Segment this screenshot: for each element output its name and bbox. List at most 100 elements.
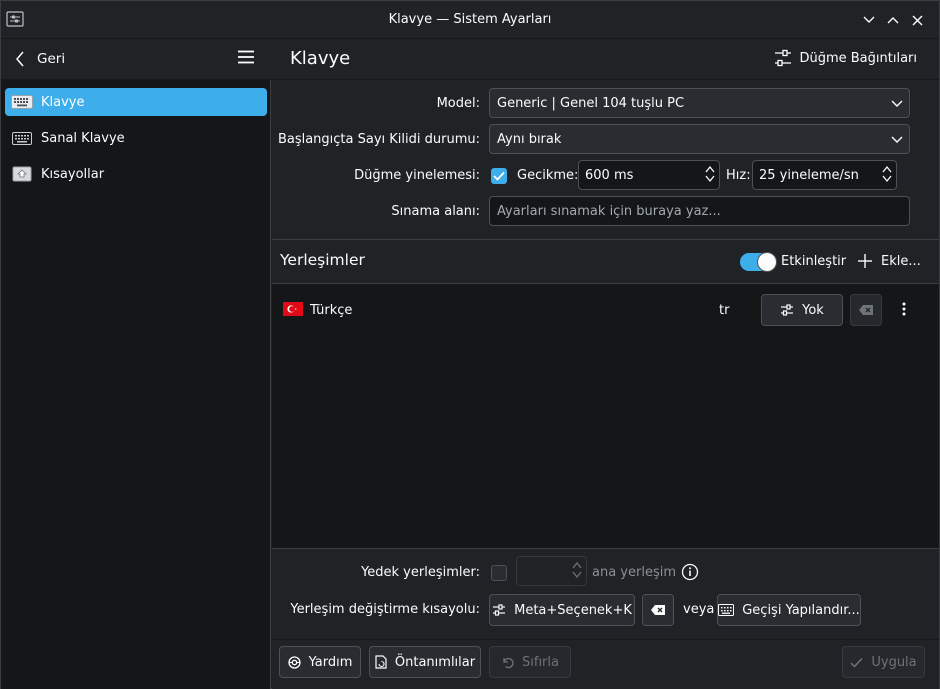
spare-suffix: ana yerleşim: [592, 565, 676, 580]
delay-label: Gecikme:: [517, 168, 579, 183]
delay-spinbox[interactable]: 600 ms: [578, 160, 720, 190]
numlock-value: Aynı bırak: [497, 131, 562, 147]
plus-icon: [858, 254, 872, 268]
test-area-input[interactable]: Ayarları sınamak için buraya yaz...: [489, 196, 910, 226]
main-panel: Klavye Düğme Bağıntıları Model: Generic …: [272, 39, 939, 689]
sliders-icon: [775, 49, 792, 67]
spin-arrows[interactable]: [882, 165, 892, 183]
info-icon[interactable]: [681, 563, 699, 585]
increase-icon: [882, 165, 892, 173]
defaults-label: Öntanımlılar: [394, 654, 476, 670]
enable-label: Etkinleştir: [781, 254, 847, 269]
hamburger-menu-icon[interactable]: [237, 50, 257, 68]
more-options-icon[interactable]: [894, 299, 914, 319]
chevron-left-icon: [16, 51, 24, 67]
key-bindings-button[interactable]: Düğme Bağıntıları: [774, 49, 917, 67]
help-label: Yardım: [308, 654, 353, 670]
configure-label: Geçişi Yapılandır...: [742, 602, 860, 618]
shortcut-button[interactable]: Meta+Seçenek+K: [489, 594, 635, 626]
shortcuts-icon: [11, 166, 33, 182]
virtual-keyboard-icon: [11, 130, 33, 146]
key-repeat-checkbox[interactable]: [491, 168, 507, 184]
apply-label: Uygula: [871, 654, 917, 670]
divider: [272, 548, 939, 549]
decrease-icon: [882, 175, 892, 183]
sidebar-item-label: Klavye: [41, 94, 85, 110]
sidebar-item-klavye[interactable]: Klavye: [5, 88, 267, 116]
layout-code: tr: [719, 303, 730, 318]
checkmark-icon: [493, 171, 505, 181]
spare-layouts-spinbox[interactable]: [516, 556, 587, 586]
sidebar-item-label: Sanal Klavye: [41, 130, 125, 146]
document-icon: [375, 655, 387, 669]
divider: [272, 639, 939, 640]
key-bindings-label: Düğme Bağıntıları: [799, 50, 917, 66]
spare-layouts-checkbox[interactable]: [491, 565, 507, 581]
settings-window: Klavye — Sistem Ayarları Geri Klavye San…: [0, 0, 940, 689]
remove-layout-button[interactable]: [850, 294, 882, 326]
sidebar-header: Geri: [1, 39, 271, 80]
spin-arrows[interactable]: [705, 165, 715, 183]
chevron-down-icon: [891, 136, 903, 143]
rate-spinbox[interactable]: 25 yineleme/sn: [752, 160, 897, 190]
close-icon[interactable]: [908, 11, 926, 29]
undo-icon: [503, 657, 514, 668]
numlock-combobox[interactable]: Aynı bırak: [489, 124, 910, 154]
apply-button[interactable]: Uygula: [842, 646, 925, 678]
layouts-toolbar: Yerleşimler Etkinleştir Ekle...: [272, 240, 939, 283]
chevron-down-icon: [891, 100, 903, 107]
numlock-label: Başlangıçta Sayı Kilidi durumu:: [277, 132, 480, 147]
sidebar-item-kisayollar[interactable]: Kısayollar: [5, 160, 267, 188]
spare-layouts-label: Yedek yerleşimler:: [361, 565, 480, 580]
defaults-button[interactable]: Öntanımlılar: [369, 646, 481, 678]
spin-arrows[interactable]: [572, 561, 582, 579]
reset-label: Sıfırla: [522, 654, 559, 670]
sliders-icon: [781, 304, 794, 316]
page-header: Klavye Düğme Bağıntıları: [272, 39, 939, 80]
add-layout-button[interactable]: Ekle...: [857, 253, 921, 269]
page-title: Klavye: [290, 48, 351, 69]
sidebar-item-label: Kısayollar: [41, 166, 105, 182]
test-area-label: Sınama alanı:: [391, 204, 480, 219]
add-label: Ekle...: [881, 253, 921, 269]
variant-label: Yok: [802, 302, 824, 318]
sidebar-item-sanal-klavye[interactable]: Sanal Klavye: [5, 124, 267, 152]
increase-icon: [705, 165, 715, 173]
decrease-icon: [572, 571, 582, 579]
model-label: Model:: [436, 96, 480, 111]
help-button[interactable]: Yardım: [279, 646, 361, 678]
decrease-icon: [705, 175, 715, 183]
layout-variant-button[interactable]: Yok: [761, 294, 843, 326]
rate-value: 25 yineleme/sn: [759, 167, 859, 183]
backspace-icon: [859, 305, 873, 315]
layouts-title: Yerleşimler: [280, 251, 365, 269]
model-combobox[interactable]: Generic | Genel 104 tuşlu PC: [489, 88, 910, 118]
sliders-icon: [493, 604, 506, 616]
reset-button[interactable]: Sıfırla: [489, 646, 571, 678]
back-label: Geri: [37, 51, 66, 67]
configure-switch-button[interactable]: Geçişi Yapılandır...: [717, 594, 861, 626]
sidebar: Geri Klavye Sanal Klavye Kısayollar: [1, 39, 271, 689]
keyboard-icon: [718, 604, 735, 616]
list-item[interactable]: Türkçe tr Yok: [272, 284, 939, 334]
maximize-icon[interactable]: [884, 11, 902, 29]
turkey-flag-icon: [283, 302, 303, 316]
switch-knob: [757, 252, 777, 272]
clear-shortcut-button[interactable]: [642, 594, 674, 626]
keyboard-icon: [11, 94, 33, 110]
title-bar: Klavye — Sistem Ayarları: [1, 1, 939, 39]
test-area-placeholder: Ayarları sınamak için buraya yaz...: [497, 203, 721, 219]
layouts-enable-switch[interactable]: [740, 252, 777, 272]
back-button[interactable]: Geri: [15, 48, 65, 70]
shortcut-value: Meta+Seçenek+K: [514, 602, 632, 618]
help-icon: [287, 655, 301, 669]
layout-name: Türkçe: [310, 303, 353, 318]
or-label: veya: [683, 602, 715, 617]
window-title: Klavye — Sistem Ayarları: [388, 12, 552, 27]
backspace-icon: [651, 605, 665, 615]
minimize-icon[interactable]: [860, 11, 878, 29]
checkmark-icon: [850, 657, 863, 668]
delay-value: 600 ms: [585, 167, 634, 183]
rate-label: Hız:: [726, 168, 751, 183]
layouts-list: Türkçe tr Yok: [272, 284, 939, 548]
